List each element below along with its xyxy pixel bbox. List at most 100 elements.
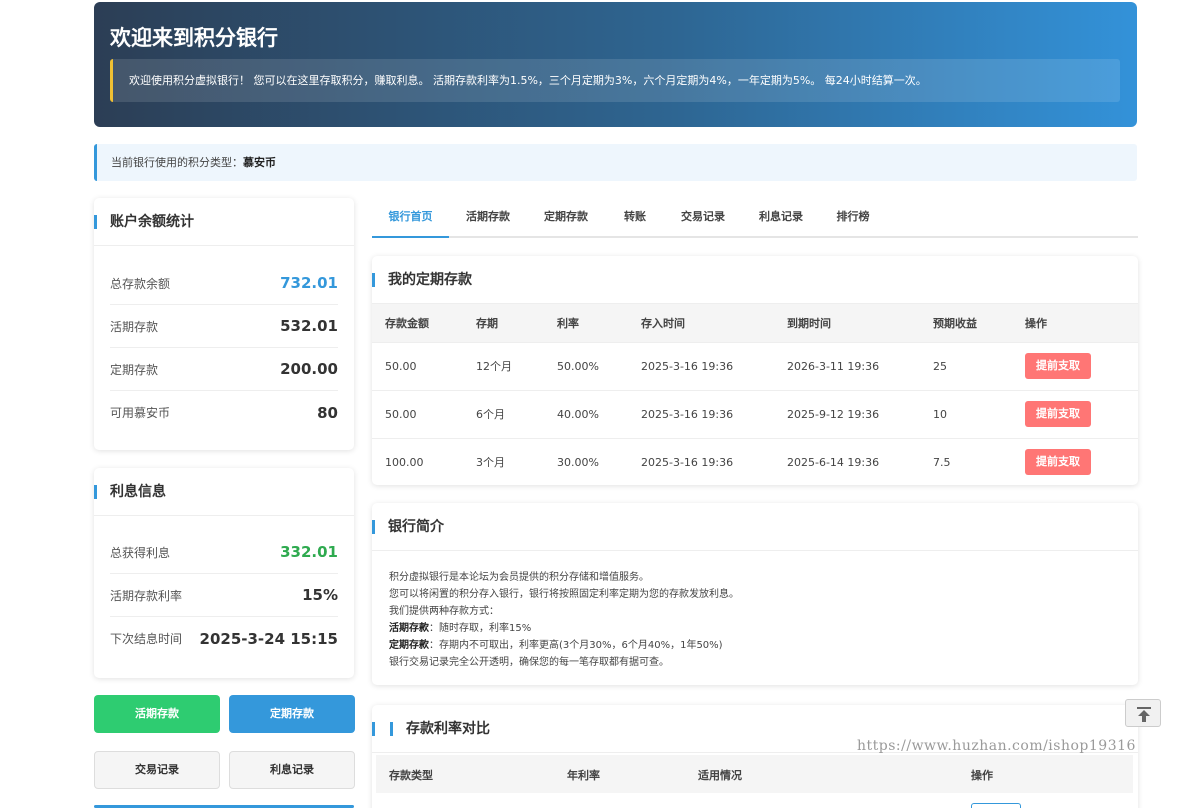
interest-records-button[interactable]: 利息记录	[229, 751, 355, 789]
stat-label: 活期存款利率	[110, 588, 183, 603]
intro-line: 您可以将闲置的积分存入银行，银行将按照固定利率定期为您的存款发放利息。	[389, 589, 739, 600]
cell-amount: 50.00	[372, 389, 476, 438]
column-header: 操作	[1025, 304, 1138, 342]
intro-line: 我们提供两种存款方式：	[389, 606, 499, 617]
column-header: 预期收益	[933, 304, 1025, 342]
tab-interest-records[interactable]: 利息记录	[745, 198, 817, 238]
column-header: 存入时间	[641, 304, 787, 342]
intro-line: 活期存款：随时存取，利率15%	[389, 620, 1121, 637]
cell-amount: 50.00	[372, 341, 476, 390]
stat-value: 332.01	[280, 543, 338, 561]
fixed-deposits-card: 我的定期存款 存款金额 存期 利率 存入时间 到期时间 预期收益 操作 50.0…	[372, 256, 1138, 486]
stat-row-total-interest: 总获得利息 332.01	[110, 531, 338, 574]
tab-home[interactable]: 银行首页	[372, 198, 449, 238]
stat-row-demand: 活期存款 532.01	[110, 305, 338, 348]
cell-term: 6个月	[476, 389, 557, 438]
cell-start: 2025-3-16 19:36	[641, 437, 787, 486]
column-header: 操作	[971, 769, 993, 782]
intro-line: 积分虚拟银行是本论坛为会员提供的积分存储和增值服务。	[389, 572, 649, 583]
column-header: 利率	[557, 304, 641, 342]
intro-fixed-label: 定期存款	[389, 640, 429, 651]
cell-end: 2026-3-11 19:36	[787, 341, 933, 390]
tab-leaderboard[interactable]: 排行榜	[824, 198, 882, 238]
cell-end: 2025-6-14 19:36	[787, 437, 933, 486]
cell-term: 3个月	[476, 437, 557, 486]
currency-info-bar: 当前银行使用的积分类型：慕安币	[94, 144, 1137, 181]
back-to-top-button[interactable]	[1125, 699, 1161, 727]
stat-row-fixed: 定期存款 200.00	[110, 348, 338, 391]
intro-line: 银行交易记录完全公开透明，确保您的每一笔存取都有据可查。	[389, 657, 669, 668]
column-header: 存期	[476, 304, 557, 342]
demand-deposit-button[interactable]: 活期存款	[94, 695, 220, 733]
cell-start: 2025-3-16 19:36	[641, 389, 787, 438]
currency-value: 慕安币	[243, 156, 276, 169]
stat-label: 可用慕安币	[110, 406, 171, 420]
cell-action: 提前支取	[1025, 341, 1138, 390]
intro-demand-text: ：随时存取，利率15%	[429, 623, 532, 634]
interest-card: 利息信息 总获得利息 332.01 活期存款利率 15% 下次结息时间 2025…	[94, 468, 354, 678]
stat-label: 总获得利息	[110, 545, 171, 560]
tab-fixed-deposit[interactable]: 定期存款	[530, 198, 602, 238]
stat-value: 80	[317, 403, 338, 422]
early-withdraw-button[interactable]: 提前支取	[1025, 401, 1091, 427]
column-header: 存款类型	[389, 769, 433, 782]
stat-value: 15%	[302, 586, 338, 604]
stat-label: 定期存款	[110, 362, 159, 377]
table-row: 100.00 3个月 30.00% 2025-3-16 19:36 2025-6…	[372, 437, 1138, 486]
early-withdraw-button[interactable]: 提前支取	[1025, 353, 1091, 379]
page-title: 欢迎来到积分银行	[110, 26, 278, 50]
table-row: 50.00 6个月 40.00% 2025-3-16 19:36 2025-9-…	[372, 389, 1138, 438]
rate-table-header: 存款类型 年利率 适用情况 操作	[376, 755, 1133, 793]
interest-card-title: 利息信息	[94, 468, 354, 516]
stat-value: 200.00	[280, 360, 338, 378]
table-row: 50.00 12个月 50.00% 2025-3-16 19:36 2026-3…	[372, 341, 1138, 390]
balance-card-title: 账户余额统计	[94, 198, 354, 246]
cell-amount: 100.00	[372, 437, 476, 486]
cell-yield: 7.5	[933, 437, 1025, 486]
title-accent	[390, 722, 393, 736]
tab-transactions[interactable]: 交易记录	[667, 198, 739, 238]
fixed-deposits-title: 我的定期存款	[372, 256, 1138, 304]
arrow-up-icon	[1137, 707, 1151, 722]
stat-row-rate: 活期存款利率 15%	[110, 574, 338, 617]
tab-transfer[interactable]: 转账	[610, 198, 660, 238]
cell-yield: 10	[933, 389, 1025, 438]
stat-value: 2025-3-24 15:15	[199, 629, 338, 648]
stat-row-next-settle: 下次结息时间 2025-3-24 15:15	[110, 617, 338, 660]
bank-tabs: 银行首页 活期存款 定期存款 转账 交易记录 利息记录 排行榜	[372, 198, 1138, 238]
bank-intro-text: 积分虚拟银行是本论坛为会员提供的积分存储和增值服务。 您可以将闲置的积分存入银行…	[372, 551, 1138, 689]
currency-label: 当前银行使用的积分类型：	[111, 156, 243, 169]
cell-start: 2025-3-16 19:36	[641, 341, 787, 390]
transaction-records-button[interactable]: 交易记录	[94, 751, 220, 789]
stat-label: 总存款余额	[110, 276, 171, 291]
cell-end: 2025-9-12 19:36	[787, 389, 933, 438]
welcome-banner: 欢迎来到积分银行 欢迎使用积分虚拟银行！ 您可以在这里存取积分，赚取利息。 活期…	[94, 2, 1137, 127]
welcome-notice: 欢迎使用积分虚拟银行！ 您可以在这里存取积分，赚取利息。 活期存款利率为1.5%…	[110, 59, 1120, 102]
column-header: 存款金额	[372, 304, 476, 342]
stat-row-available: 可用慕安币 80	[110, 391, 338, 434]
rate-action-button-edge[interactable]	[971, 803, 1021, 808]
cell-yield: 25	[933, 341, 1025, 390]
balance-card: 账户余额统计 总存款余额 732.01 活期存款 532.01 定期存款 200…	[94, 198, 354, 450]
stat-label: 活期存款	[110, 319, 159, 334]
cell-action: 提前支取	[1025, 437, 1138, 486]
fixed-deposit-button[interactable]: 定期存款	[229, 695, 355, 733]
cell-action: 提前支取	[1025, 389, 1138, 438]
stat-value: 732.01	[280, 274, 338, 292]
cell-rate: 30.00%	[557, 437, 641, 486]
column-header: 年利率	[567, 769, 600, 782]
early-withdraw-button[interactable]: 提前支取	[1025, 449, 1091, 476]
bank-intro-card: 银行简介 积分虚拟银行是本论坛为会员提供的积分存储和增值服务。 您可以将闲置的积…	[372, 503, 1138, 685]
intro-line: 定期存款：存期内不可取出，利率更高(3个月30%，6个月40%，1年50%)	[389, 637, 1121, 654]
stat-row-total: 总存款余额 732.01	[110, 262, 338, 305]
cell-rate: 50.00%	[557, 341, 641, 390]
stat-label: 下次结息时间	[110, 632, 183, 646]
table-header-row: 存款金额 存期 利率 存入时间 到期时间 预期收益 操作	[372, 304, 1138, 342]
intro-fixed-text: ：存期内不可取出，利率更高(3个月30%，6个月40%，1年50%)	[429, 640, 723, 651]
cell-term: 12个月	[476, 341, 557, 390]
intro-demand-label: 活期存款	[389, 623, 429, 634]
bank-intro-title: 银行简介	[372, 503, 1138, 551]
tab-demand-deposit[interactable]: 活期存款	[452, 198, 524, 238]
cell-rate: 40.00%	[557, 389, 641, 438]
stat-value: 532.01	[280, 317, 338, 335]
